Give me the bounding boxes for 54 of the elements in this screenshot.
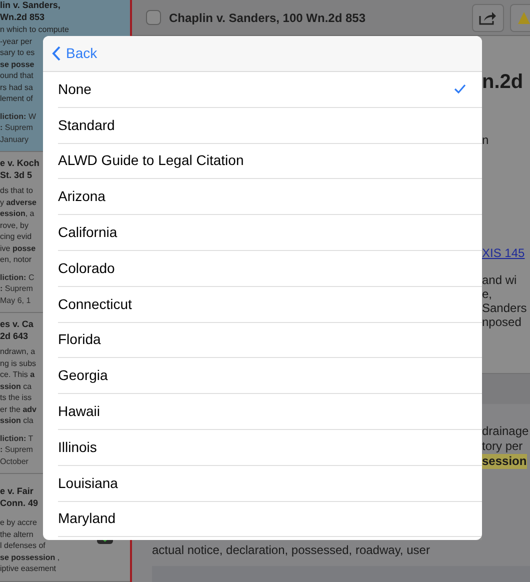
keywords-text: actual notice, declaration, possessed, roadway, user [152, 542, 430, 558]
result-snippet: ound that [0, 70, 34, 82]
result-snippet: ndrawn, a [0, 346, 36, 358]
result-snippet: l defenses of [0, 540, 46, 552]
result-meta: : Suprem [0, 283, 33, 294]
result-snippet: e by accre [0, 517, 37, 528]
result-snippet: ssion ca [0, 380, 32, 392]
result-title: lin v. Sanders, [0, 0, 60, 12]
result-snippet: -year per [0, 36, 32, 47]
result-snippet: rs had sa [0, 82, 33, 93]
result-snippet: rove, by [0, 220, 28, 231]
result-title: Wn.2d 853 [0, 12, 45, 23]
summary-text: tory per [482, 439, 523, 454]
result-meta: liction: T [0, 432, 34, 444]
document-text: Sanders [482, 301, 527, 315]
result-snippet: se possession , [0, 552, 60, 563]
highlighted-term: session [482, 454, 527, 469]
document-title: Chaplin v. Sanders, 100 Wn.2d 853 [169, 10, 366, 26]
document-heading: n.2d [482, 70, 524, 94]
result-snippet: the altern [0, 528, 34, 540]
result-title: Conn. 49 [0, 498, 38, 509]
result-meta: : Suprem [0, 444, 33, 456]
result-snippet: lement of [0, 93, 33, 104]
result-snippet: y adverse [0, 196, 36, 208]
result-snippet: ive posse [0, 242, 36, 254]
result-title: e v. Koch [0, 158, 40, 170]
result-snippet: se posse [0, 58, 34, 70]
document-text: nposed [482, 315, 522, 329]
result-snippet: ts the iss [0, 392, 32, 404]
result-snippet: er the adv [0, 404, 36, 415]
result-snippet: ession, a [0, 208, 34, 220]
result-meta: liction: W [0, 110, 36, 122]
result-snippet: sary to es [0, 47, 35, 58]
result-snippet: iptive easement [0, 563, 56, 574]
result-snippet: cing evid [0, 231, 32, 242]
result-title: e v. Fair [0, 486, 34, 498]
result-meta: May 6, 1 [0, 294, 31, 306]
result-meta: liction: C [0, 272, 34, 283]
summary-text: drainage [482, 424, 529, 439]
document-text: n [482, 132, 489, 148]
result-snippet: en, notor [0, 254, 32, 266]
result-meta: January [0, 134, 28, 145]
document-text: and wi [482, 273, 517, 287]
result-title: St. 3d 5 [0, 170, 32, 181]
result-snippet: ng is subs [0, 358, 36, 369]
result-snippet: n which to compute [0, 24, 69, 36]
result-meta: : Suprem [0, 122, 33, 134]
result-title: es v. Ca [0, 319, 34, 330]
result-snippet: ssion cla [0, 415, 34, 426]
document-text: e, [482, 287, 492, 301]
result-snippet: ds that to [0, 185, 33, 196]
result-meta: October [0, 456, 28, 467]
result-title: 2d 643 [0, 330, 28, 342]
result-snippet: ce. This a [0, 369, 35, 380]
